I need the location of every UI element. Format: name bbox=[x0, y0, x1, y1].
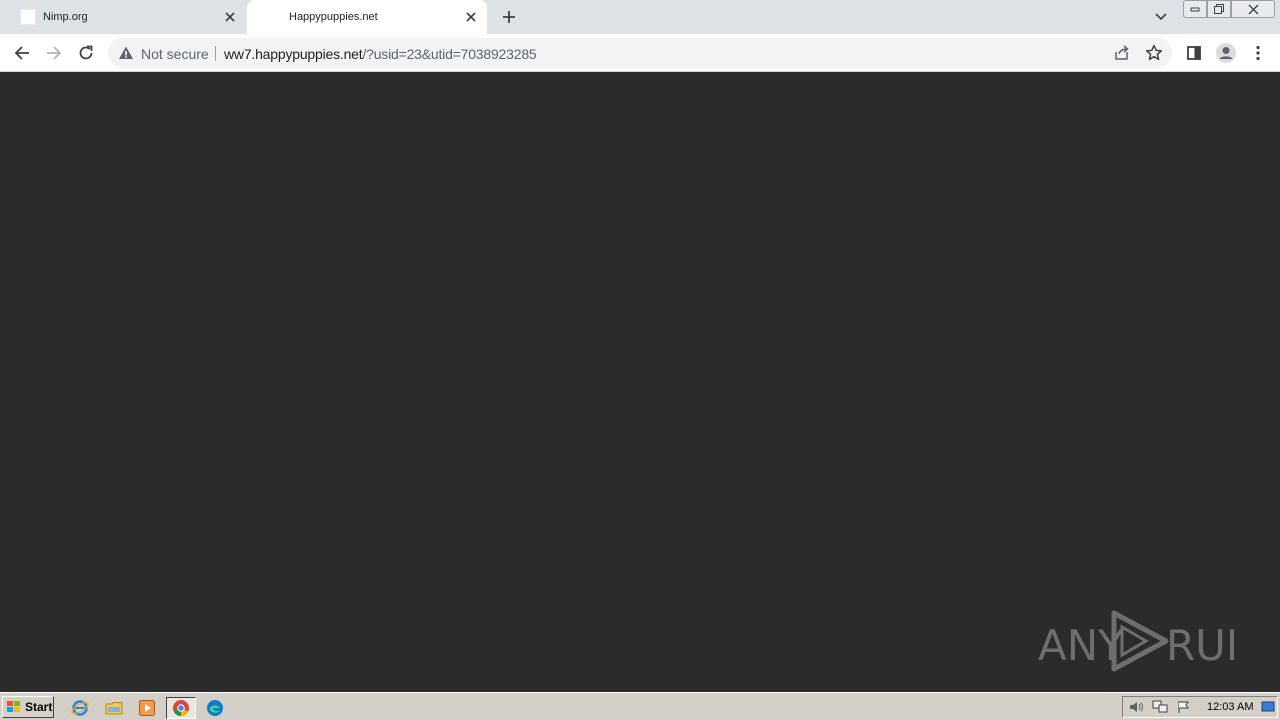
tab-strip: Nimp.org Happypuppies.net bbox=[0, 0, 1280, 34]
taskbar-media-player[interactable] bbox=[135, 697, 159, 719]
reload-icon bbox=[79, 45, 93, 60]
kebab-menu-icon bbox=[1256, 45, 1260, 61]
chrome-icon bbox=[173, 700, 189, 716]
new-tab-button[interactable] bbox=[498, 6, 520, 28]
security-status-label[interactable]: Not secure bbox=[141, 46, 209, 62]
internet-explorer-icon bbox=[71, 700, 89, 716]
url-host: ww7.happypuppies.net bbox=[224, 46, 363, 62]
plus-icon bbox=[503, 11, 515, 23]
avatar-icon bbox=[1216, 43, 1236, 63]
side-panel-icon bbox=[1187, 46, 1201, 60]
close-icon bbox=[1248, 4, 1258, 14]
tab-close-icon[interactable] bbox=[220, 7, 240, 27]
windows-logo-icon bbox=[7, 701, 20, 712]
arrow-left-icon bbox=[14, 46, 29, 60]
watermark-text-left: ANY bbox=[1038, 621, 1124, 670]
restore-button[interactable] bbox=[1207, 0, 1231, 18]
clock[interactable]: 12:03 AM bbox=[1207, 701, 1253, 713]
bookmark-star-icon[interactable] bbox=[1144, 43, 1164, 63]
chevron-down-icon bbox=[1155, 13, 1167, 21]
action-center-flag-icon[interactable] bbox=[1175, 699, 1193, 715]
profile-button[interactable] bbox=[1214, 41, 1238, 65]
address-bar[interactable]: Not secure ww7.happypuppies.net/?usid=23… bbox=[108, 38, 1172, 68]
restore-icon bbox=[1214, 4, 1224, 14]
minimize-button[interactable] bbox=[1183, 0, 1207, 18]
edge-icon bbox=[207, 700, 223, 716]
browser-toolbar: Not secure ww7.happypuppies.net/?usid=23… bbox=[0, 34, 1280, 72]
taskbar-internet-explorer[interactable] bbox=[68, 697, 92, 719]
media-player-icon bbox=[139, 700, 155, 716]
menu-button[interactable] bbox=[1248, 43, 1268, 63]
page-content: ANY RUN bbox=[0, 72, 1280, 692]
url-path: /?usid=23&utid=7038923285 bbox=[362, 46, 537, 62]
share-icon[interactable] bbox=[1112, 43, 1132, 63]
page-favicon-icon bbox=[20, 9, 36, 25]
watermark-text-right: RUN bbox=[1166, 621, 1234, 670]
show-desktop-icon[interactable] bbox=[1259, 699, 1277, 715]
taskbar-edge[interactable] bbox=[203, 697, 227, 719]
tab-close-icon[interactable] bbox=[461, 7, 481, 27]
url-text[interactable]: ww7.happypuppies.net/?usid=23&utid=70389… bbox=[224, 46, 537, 62]
tab-title: Happypuppies.net bbox=[289, 11, 378, 23]
anyrun-watermark-logo: ANY RUN bbox=[1038, 610, 1234, 672]
start-button[interactable]: Start bbox=[2, 696, 54, 718]
reload-button[interactable] bbox=[72, 39, 100, 67]
volume-icon[interactable] bbox=[1127, 699, 1145, 715]
forward-button[interactable] bbox=[40, 39, 68, 67]
warning-icon[interactable] bbox=[118, 45, 134, 61]
taskbar-file-explorer[interactable] bbox=[102, 697, 126, 719]
back-button[interactable] bbox=[8, 39, 36, 67]
system-tray: 12:03 AM bbox=[1122, 696, 1278, 718]
tab-happypuppies[interactable]: Happypuppies.net bbox=[247, 0, 487, 34]
taskbar-chrome[interactable] bbox=[166, 697, 196, 719]
side-panel-button[interactable] bbox=[1184, 43, 1204, 63]
tab-nimp[interactable]: Nimp.org bbox=[8, 0, 246, 34]
window-close-button[interactable] bbox=[1231, 0, 1275, 18]
divider bbox=[215, 46, 216, 61]
taskbar: Start 12:03 AM bbox=[0, 692, 1280, 720]
minimize-icon bbox=[1190, 7, 1200, 12]
tab-search-button[interactable] bbox=[1150, 6, 1172, 28]
network-icon[interactable] bbox=[1151, 699, 1169, 715]
tab-title: Nimp.org bbox=[43, 11, 88, 23]
start-label: Start bbox=[25, 700, 53, 714]
file-explorer-icon bbox=[105, 702, 123, 715]
arrow-right-icon bbox=[47, 46, 62, 60]
